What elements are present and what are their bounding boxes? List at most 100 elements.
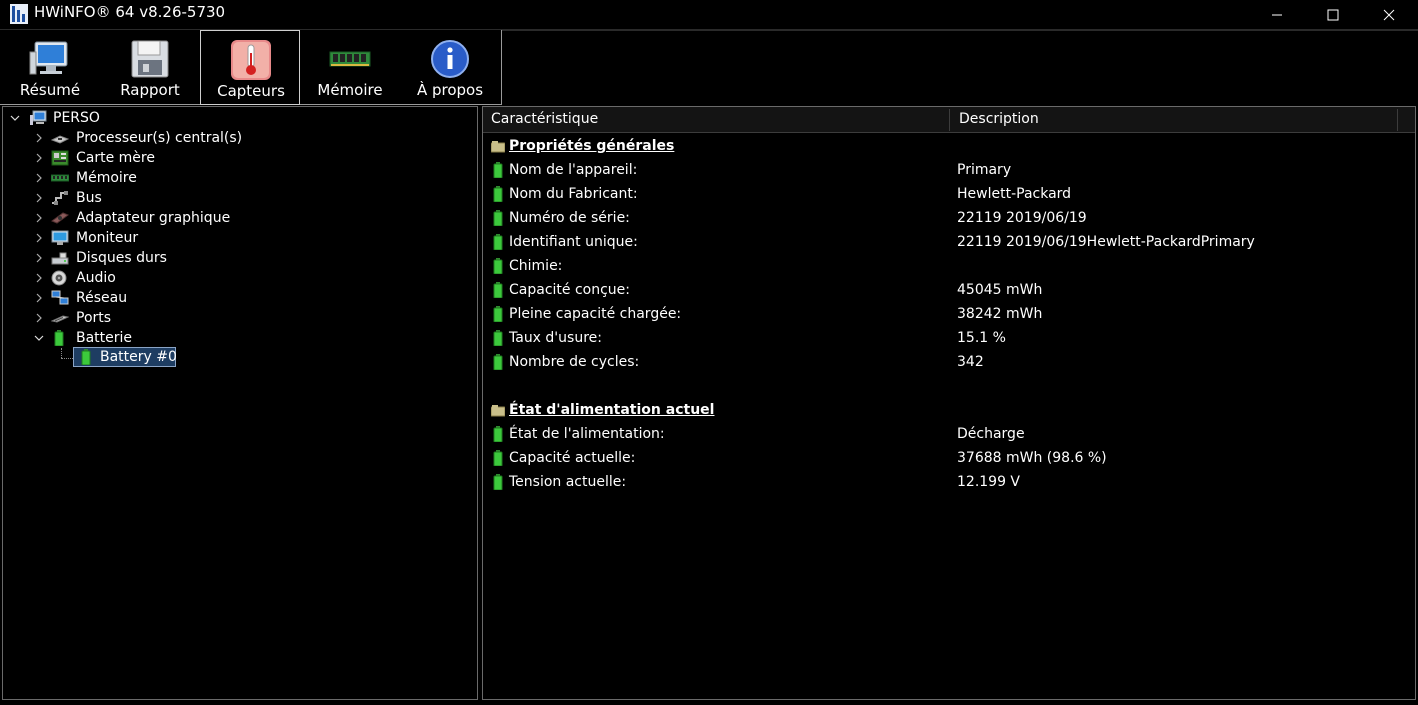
battery-icon: [493, 450, 503, 466]
battery-icon: [493, 186, 503, 202]
column-separator[interactable]: [949, 109, 950, 131]
chevron-down-icon[interactable]: [10, 113, 20, 123]
tree-item-adaptateur-graphique[interactable]: Adaptateur graphique: [3, 208, 473, 228]
network-icon: [51, 290, 69, 305]
toolbar-label: Capteurs: [217, 82, 285, 100]
property-value: 38242 mWh: [957, 306, 1043, 322]
property-name: Taux d'usure:: [509, 330, 602, 346]
property-value: 342: [957, 354, 984, 370]
chevron-right-icon[interactable]: [34, 273, 44, 283]
section-header[interactable]: Propriétés générales: [483, 134, 1413, 158]
property-value: Hewlett-Packard: [957, 186, 1072, 202]
property-name: Capacité actuelle:: [509, 450, 636, 466]
thermometer-icon: [231, 40, 271, 80]
tree-item-processeurs[interactable]: Processeur(s) central(s): [3, 128, 473, 148]
battery-icon: [493, 258, 503, 274]
info-icon: [431, 40, 469, 78]
tree-item-moniteur[interactable]: Moniteur: [3, 228, 473, 248]
tree-item-label: Mémoire: [76, 170, 137, 186]
list-row[interactable]: Nombre de cycles: 342: [483, 350, 1413, 374]
battery-icon: [493, 234, 503, 250]
tree-root-perso[interactable]: PERSO: [3, 108, 473, 128]
tree-item-bus[interactable]: Bus: [3, 188, 473, 208]
maximize-icon: [1327, 9, 1339, 21]
close-icon: [1383, 9, 1395, 21]
tree-item-label: Processeur(s) central(s): [76, 130, 243, 146]
battery-icon: [493, 474, 503, 490]
tree-item-memoire[interactable]: Mémoire: [3, 168, 473, 188]
properties-list[interactable]: Caractéristique Description Propriétés g…: [482, 106, 1416, 700]
toolbar-button-resume[interactable]: Résumé: [0, 30, 100, 104]
toolbar-button-a-propos[interactable]: À propos: [400, 30, 500, 104]
tree-item-ports[interactable]: Ports: [3, 308, 473, 328]
toolbar-button-rapport[interactable]: Rapport: [100, 30, 200, 104]
chevron-right-icon[interactable]: [34, 213, 44, 223]
tree-item-label: Adaptateur graphique: [76, 210, 231, 226]
chevron-right-icon[interactable]: [34, 173, 44, 183]
property-name: État de l'alimentation:: [509, 426, 665, 442]
battery-icon: [493, 162, 503, 178]
main-toolbar: Résumé Rapport Capteurs Mémoire À propos: [0, 30, 502, 105]
monitor-icon: [51, 230, 69, 245]
section-title: Propriétés générales: [509, 138, 675, 154]
toolbar-button-capteurs[interactable]: Capteurs: [200, 30, 300, 105]
chevron-right-icon[interactable]: [34, 233, 44, 243]
property-name: Identifiant unique:: [509, 234, 638, 250]
device-tree[interactable]: PERSO Processeur(s) central(s) Carte mèr…: [2, 106, 478, 700]
list-row[interactable]: Nom du Fabricant: Hewlett-Packard: [483, 182, 1413, 206]
property-name: Pleine capacité chargée:: [509, 306, 682, 322]
chevron-right-icon[interactable]: [34, 293, 44, 303]
list-row[interactable]: Numéro de série: 22119 2019/06/19: [483, 206, 1413, 230]
toolbar-label: Résumé: [19, 81, 81, 99]
port-icon: [51, 315, 69, 323]
chevron-right-icon[interactable]: [34, 153, 44, 163]
tree-item-disques-durs[interactable]: Disques durs: [3, 248, 473, 268]
list-row[interactable]: Nom de l'appareil: Primary: [483, 158, 1413, 182]
tree-item-label: Audio: [76, 270, 116, 286]
property-value: Décharge: [957, 426, 1025, 442]
chevron-right-icon[interactable]: [34, 253, 44, 263]
minimize-button[interactable]: [1254, 0, 1300, 30]
list-row[interactable]: Pleine capacité chargée: 38242 mWh: [483, 302, 1413, 326]
list-row[interactable]: Capacité conçue: 45045 mWh: [483, 278, 1413, 302]
section-header[interactable]: État d'alimentation actuel: [483, 398, 1413, 422]
list-row[interactable]: Capacité actuelle: 37688 mWh (98.6 %): [483, 446, 1413, 470]
folder-icon: [491, 141, 505, 153]
tree-root-label: PERSO: [53, 110, 100, 126]
close-button[interactable]: [1366, 0, 1412, 30]
ram-module-icon: [329, 51, 371, 67]
list-row[interactable]: Chimie:: [483, 254, 1413, 278]
toolbar-button-memoire[interactable]: Mémoire: [300, 30, 400, 104]
battery-icon: [81, 349, 91, 365]
bus-icon: [52, 191, 68, 205]
tree-item-carte-mere[interactable]: Carte mère: [3, 148, 473, 168]
tree-item-batterie[interactable]: Batterie: [3, 328, 473, 348]
list-row[interactable]: Identifiant unique: 22119 2019/06/19Hewl…: [483, 230, 1413, 254]
tree-item-label: Disques durs: [76, 250, 167, 266]
chevron-right-icon[interactable]: [34, 193, 44, 203]
list-row[interactable]: Taux d'usure: 15.1 %: [483, 326, 1413, 350]
property-value: 45045 mWh: [957, 282, 1043, 298]
tree-item-label: Réseau: [76, 290, 128, 306]
battery-icon: [54, 330, 64, 346]
property-name: Nombre de cycles:: [509, 354, 640, 370]
gpu-icon: [51, 212, 69, 224]
property-name: Chimie:: [509, 258, 563, 274]
battery-icon: [493, 282, 503, 298]
window-title: HWiNFO® 64 v8.26-5730: [34, 3, 226, 21]
speaker-icon: [51, 270, 67, 286]
property-name: Capacité conçue:: [509, 282, 630, 298]
chevron-right-icon[interactable]: [34, 133, 44, 143]
column-separator[interactable]: [1397, 109, 1398, 131]
tree-item-audio[interactable]: Audio: [3, 268, 473, 288]
tree-item-battery-0[interactable]: Battery #0: [73, 347, 177, 367]
column-header-description[interactable]: Description: [959, 107, 1039, 133]
chevron-right-icon[interactable]: [34, 313, 44, 323]
list-row[interactable]: État de l'alimentation: Décharge: [483, 422, 1413, 446]
monitor-icon: [29, 41, 68, 75]
maximize-button[interactable]: [1310, 0, 1356, 30]
list-row[interactable]: Tension actuelle: 12.199 V: [483, 470, 1413, 494]
column-header-property[interactable]: Caractéristique: [491, 107, 598, 133]
chevron-down-icon[interactable]: [34, 333, 44, 343]
tree-item-reseau[interactable]: Réseau: [3, 288, 473, 308]
